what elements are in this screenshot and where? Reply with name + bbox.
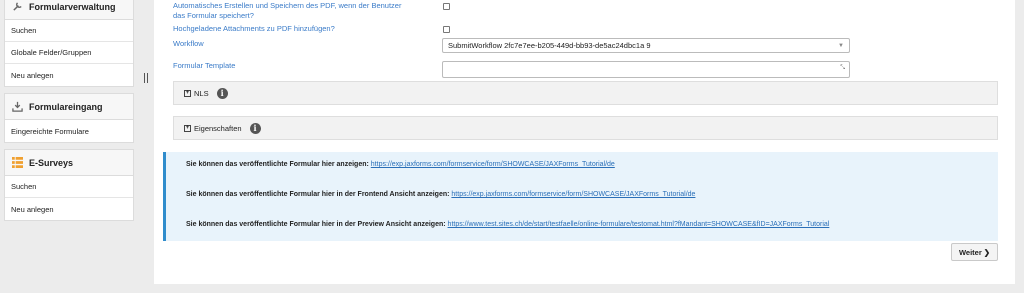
panel-title: Formularverwaltung <box>29 1 116 12</box>
info-text: Sie können das veröffentlichte Formular … <box>186 221 446 228</box>
panel-title: E-Surveys <box>29 157 74 168</box>
workflow-label: Workflow <box>173 39 204 48</box>
template-label: Formular Template <box>173 61 236 70</box>
sidebar: Formularverwaltung Suchen Globale Felder… <box>4 0 134 227</box>
auto-pdf-checkbox[interactable] <box>443 3 450 10</box>
weiter-button[interactable]: Weiter ❯ <box>951 243 998 261</box>
info-line-preview: Sie können das veröffentlichte Formular … <box>186 221 829 228</box>
auto-pdf-label: Automatisches Erstellen und Speichern de… <box>173 1 402 20</box>
frontend-form-link[interactable]: https://exp.jaxforms.com/formservice/for… <box>451 191 695 198</box>
template-input[interactable]: ⤡ <box>442 61 850 78</box>
section-eigenschaften-label: Eigenschaften <box>194 123 242 133</box>
attachments-checkbox[interactable] <box>443 26 450 33</box>
section-nls[interactable]: + NLS i <box>173 81 998 105</box>
survey-grid-icon <box>11 157 23 169</box>
panel-header-formulareingang[interactable]: Formulareingang <box>5 94 133 120</box>
attachments-label: Hochgeladene Attachments zu PDF hinzufüg… <box>173 24 335 33</box>
info-line-published: Sie können das veröffentlichte Formular … <box>186 161 615 168</box>
sidebar-item-eingereichte-formulare[interactable]: Eingereichte Formulare <box>5 120 133 142</box>
panel-header-e-surveys[interactable]: E-Surveys <box>5 150 133 176</box>
sidebar-resize-handle[interactable] <box>144 73 148 83</box>
expand-icon: + <box>184 124 191 132</box>
sidebar-item-survey-suchen[interactable]: Suchen <box>5 176 133 198</box>
panel-formularverwaltung: Formularverwaltung Suchen Globale Felder… <box>4 0 134 87</box>
workflow-selected-value: SubmitWorkflow 2fc7e7ee-b205-449d-bb93-d… <box>448 41 651 50</box>
wrench-icon <box>11 1 23 13</box>
panel-header-formularverwaltung[interactable]: Formularverwaltung <box>5 0 133 20</box>
workflow-select[interactable]: SubmitWorkflow 2fc7e7ee-b205-449d-bb93-d… <box>442 38 850 53</box>
download-tray-icon <box>11 101 23 113</box>
expand-icon: + <box>184 89 191 97</box>
main-content: Automatisches Erstellen und Speichern de… <box>154 0 1015 284</box>
section-eigenschaften[interactable]: + Eigenschaften i <box>173 116 998 140</box>
sidebar-item-survey-neu-anlegen[interactable]: Neu anlegen <box>5 198 133 220</box>
panel-title: Formulareingang <box>29 101 103 112</box>
panel-formulareingang: Formulareingang Eingereichte Formulare <box>4 93 134 143</box>
info-icon[interactable]: i <box>216 87 228 99</box>
resize-corner-icon: ⤡ <box>840 65 845 71</box>
panel-e-surveys: E-Surveys Suchen Neu anlegen <box>4 149 134 221</box>
sidebar-item-suchen[interactable]: Suchen <box>5 20 133 42</box>
preview-form-link[interactable]: https://www.test.sites.ch/de/start/testf… <box>448 221 830 228</box>
info-icon[interactable]: i <box>249 122 261 134</box>
weiter-label: Weiter <box>958 247 982 257</box>
chevron-down-icon: ▼ <box>838 43 844 49</box>
published-form-info: Sie können das veröffentlichte Formular … <box>163 152 998 241</box>
sidebar-item-globale-felder[interactable]: Globale Felder/Gruppen <box>5 42 133 64</box>
chevron-right-icon: ❯ <box>983 247 991 257</box>
sidebar-item-neu-anlegen[interactable]: Neu anlegen <box>5 64 133 86</box>
published-form-link[interactable]: https://exp.jaxforms.com/formservice/for… <box>371 161 615 168</box>
info-line-frontend: Sie können das veröffentlichte Formular … <box>186 191 695 198</box>
section-nls-label: NLS <box>194 88 209 98</box>
info-text: Sie können das veröffentlichte Formular … <box>186 161 369 168</box>
info-text: Sie können das veröffentlichte Formular … <box>186 191 450 198</box>
